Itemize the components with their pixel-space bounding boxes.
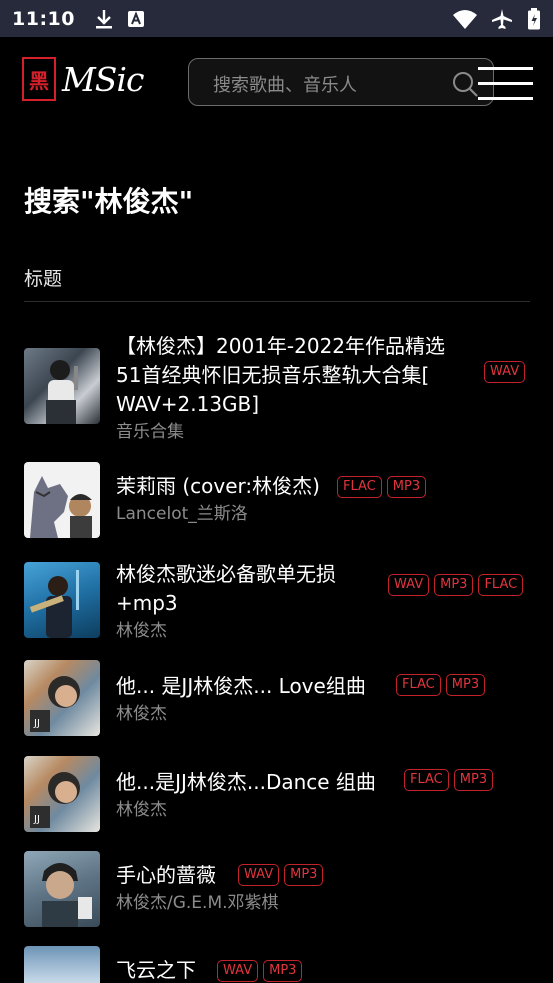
item-title-line: 【林俊杰】2001年-2022年作品精选 [116,334,446,358]
list-item[interactable]: 茉莉雨 (cover:林俊杰) Lancelot_兰斯洛 FLAC MP3 [24,462,530,538]
item-title-line: 林俊杰歌迷必备歌单无损 [116,562,336,586]
format-badge: WAV [388,574,430,596]
search-placeholder: 搜索歌曲、音乐人 [213,75,357,96]
logo-seal: 黑 [22,57,56,101]
status-bar: 11:10 [0,0,553,37]
item-subtitle: 林俊杰 [116,621,167,641]
svg-text:JJ: JJ [33,814,40,825]
format-badge: FLAC [404,769,449,791]
search-icon[interactable] [451,70,479,98]
album-cover: JJ [24,756,100,832]
page-title: 搜索"林俊杰" [24,185,194,218]
menu-button[interactable] [478,65,534,103]
format-badge: WAV [217,960,259,982]
album-cover [24,562,100,638]
search-input[interactable]: 搜索歌曲、音乐人 [188,58,494,106]
format-badge: MP3 [284,864,324,886]
svg-text:JJ: JJ [33,718,40,729]
status-time: 11:10 [12,7,75,30]
airplane-mode-icon [492,8,512,29]
format-badge: MP3 [434,574,474,596]
item-subtitle: 林俊杰/G.E.M.邓紫棋 [116,893,279,913]
section-label-title: 标题 [24,268,63,290]
album-cover [24,462,100,538]
format-badge: MP3 [453,769,494,791]
item-title: 飞云之下 [116,958,196,982]
format-badge: MP3 [386,476,427,498]
item-title: 他...是JJ林俊杰...Dance 组曲 [116,770,376,794]
list-item[interactable]: 林俊杰歌迷必备歌单无损 +mp3 林俊杰 WAV MP3 FLAC [24,560,530,641]
format-badge: MP3 [445,674,486,696]
album-cover [24,946,100,983]
item-subtitle: 音乐合集 [116,422,184,442]
battery-icon [528,7,540,29]
item-title: 茉莉雨 (cover:林俊杰) [116,474,320,498]
item-subtitle: Lancelot_兰斯洛 [116,504,248,524]
item-title-line: WAV+2.13GB] [116,392,260,416]
format-badge: FLAC [396,674,441,696]
divider [24,301,530,302]
list-item[interactable]: JJ 他... 是JJ林俊杰... Love组曲 林俊杰 FLAC MP3 [24,660,530,736]
item-title: 他... 是JJ林俊杰... Love组曲 [116,674,366,698]
format-badge: FLAC [337,476,382,498]
item-title-line: +mp3 [116,591,178,615]
format-badge: FLAC [478,574,524,596]
menu-icon [478,67,533,70]
album-cover: JJ [24,660,100,736]
app-notification-icon [127,10,144,27]
logo-text: MSic [62,59,144,99]
item-title-line: 51首经典怀旧无损音乐整轨大合集[ [116,363,430,387]
list-item[interactable]: 【林俊杰】2001年-2022年作品精选 51首经典怀旧无损音乐整轨大合集[ W… [24,332,530,442]
format-badge: WAV [484,361,526,383]
app-header: 黑 MSic 搜索歌曲、音乐人 [0,37,553,127]
item-subtitle: 林俊杰 [116,800,167,820]
list-item[interactable]: JJ 他...是JJ林俊杰...Dance 组曲 林俊杰 FLAC MP3 [24,756,530,832]
list-item[interactable]: 飞云之下 WAV MP3 [24,946,530,983]
app-logo[interactable]: 黑 MSic [22,57,144,101]
item-subtitle: 林俊杰 [116,704,167,724]
album-cover [24,851,100,927]
format-badge: WAV [238,864,280,886]
album-cover [24,348,100,424]
list-item[interactable]: 手心的蔷薇 林俊杰/G.E.M.邓紫棋 WAV MP3 [24,851,530,927]
download-icon [95,9,112,28]
wifi-icon [453,9,477,29]
format-badge: MP3 [263,960,303,982]
